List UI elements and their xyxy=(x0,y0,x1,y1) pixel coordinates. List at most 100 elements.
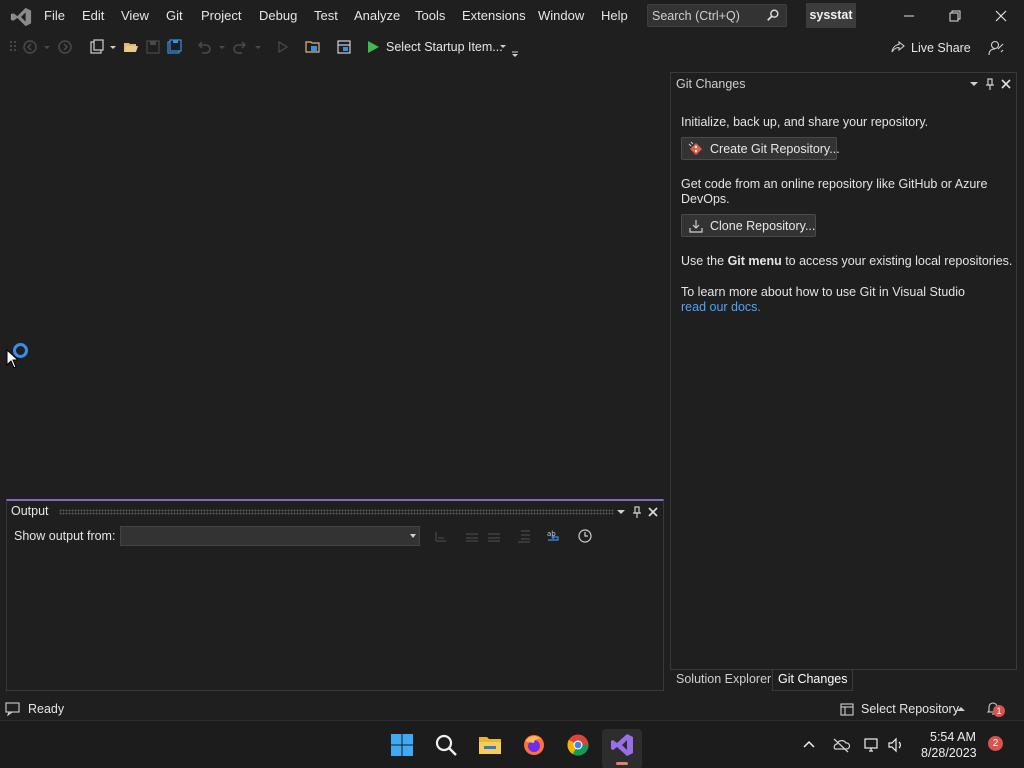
chevron-up-icon xyxy=(957,707,965,711)
taskbar-search-button[interactable] xyxy=(426,729,466,768)
close-panel-icon[interactable] xyxy=(999,77,1013,91)
get-code-text: Get code from an online repository like … xyxy=(681,177,988,206)
show-hidden-icons-icon[interactable] xyxy=(800,736,818,754)
file-explorer-icon xyxy=(479,737,501,754)
create-git-repository-button[interactable]: Create Git Repository... xyxy=(681,137,840,160)
open-solution-folder-icon[interactable] xyxy=(305,39,321,55)
solution-explorer-icon[interactable] xyxy=(336,39,352,55)
live-share-icon xyxy=(891,40,905,53)
restore-icon[interactable] xyxy=(945,6,965,26)
tab-solution-explorer[interactable]: Solution Explorer xyxy=(671,670,776,691)
new-project-icon[interactable] xyxy=(89,39,105,55)
create-git-repository-label: Create Git Repository... xyxy=(710,142,840,156)
status-notification-badge: 1 xyxy=(993,705,1005,717)
save-icon[interactable] xyxy=(145,39,161,55)
taskbar-file-explorer[interactable] xyxy=(470,729,510,768)
output-panel-grip[interactable] xyxy=(59,509,614,515)
output-panel: Output Show output from: ab xyxy=(6,499,664,691)
menu-tools[interactable]: Tools xyxy=(415,8,445,23)
taskbar-visual-studio[interactable] xyxy=(602,729,642,768)
clone-repository-icon xyxy=(689,220,703,233)
learn-more-text: To learn more about how to use Git in Vi… xyxy=(681,285,965,299)
docs-link[interactable]: read our docs. xyxy=(681,300,761,315)
pin-icon[interactable] xyxy=(983,77,997,91)
output-options-dropdown-icon[interactable] xyxy=(614,505,628,519)
busy-spinner-icon xyxy=(13,343,28,358)
menu-extensions[interactable]: Extensions xyxy=(462,8,526,23)
navigate-back-dropdown-icon[interactable] xyxy=(42,39,52,55)
toolbar-grip-icon xyxy=(10,41,16,51)
git-menu-bold: Git menu xyxy=(727,254,782,268)
undo-dropdown-icon[interactable] xyxy=(217,39,227,55)
panel-options-dropdown-icon[interactable] xyxy=(967,77,981,91)
menu-debug[interactable]: Debug xyxy=(259,8,297,23)
tab-git-changes[interactable]: Git Changes xyxy=(772,670,854,691)
onedrive-icon[interactable] xyxy=(832,736,850,754)
next-message-icon[interactable] xyxy=(486,528,502,544)
menu-window[interactable]: Window xyxy=(538,8,584,23)
menu-git[interactable]: Git xyxy=(166,8,183,23)
volume-icon[interactable] xyxy=(887,736,905,754)
output-source-select[interactable] xyxy=(120,526,420,546)
windows-taskbar: 5:54 AM 8/28/2023 xyxy=(0,720,1024,768)
toolbar-overflow-icon[interactable] xyxy=(510,42,520,58)
clock-icon[interactable] xyxy=(577,528,593,544)
go-to-message-icon[interactable] xyxy=(433,528,449,544)
menu-project[interactable]: Project xyxy=(201,8,241,23)
docs-link-label[interactable]: read our docs. xyxy=(681,300,761,314)
tool-window-tabs: Solution Explorer Git Changes xyxy=(670,670,1017,691)
git-menu-suffix: to access your existing local repositori… xyxy=(781,254,1013,268)
navigate-back-icon[interactable] xyxy=(22,39,38,55)
startup-dropdown-icon xyxy=(500,45,506,48)
menu-analyze[interactable]: Analyze xyxy=(354,8,400,23)
active-app-indicator xyxy=(616,762,628,765)
start-without-debugging-icon[interactable] xyxy=(275,39,291,55)
menu-file[interactable]: File xyxy=(44,8,65,23)
taskbar-chrome[interactable] xyxy=(558,729,598,768)
close-icon[interactable] xyxy=(991,6,1011,26)
feedback-icon[interactable] xyxy=(987,39,1005,57)
redo-icon[interactable] xyxy=(232,39,248,55)
git-changes-title: Git Changes xyxy=(676,77,746,91)
minimize-icon[interactable] xyxy=(899,6,919,26)
open-folder-icon[interactable] xyxy=(123,39,139,55)
search-box[interactable]: Search (Ctrl+Q) xyxy=(647,4,787,27)
clock-date[interactable]: 8/28/2023 xyxy=(921,746,977,760)
menu-help[interactable]: Help xyxy=(601,8,628,23)
title-bar: File Edit View Git Project Debug Test An… xyxy=(0,0,1024,32)
clone-repository-button[interactable]: Clone Repository... xyxy=(681,214,816,237)
startup-item-label: Select Startup Item... xyxy=(386,40,503,54)
save-all-icon[interactable] xyxy=(166,39,182,55)
search-icon xyxy=(435,734,457,756)
clone-repository-label: Clone Repository... xyxy=(710,219,816,233)
menu-edit[interactable]: Edit xyxy=(82,8,104,23)
word-wrap-icon[interactable]: ab xyxy=(546,528,562,544)
solution-name-badge[interactable]: sysstat xyxy=(806,3,856,28)
navigate-forward-icon[interactable] xyxy=(57,39,73,55)
menu-view[interactable]: View xyxy=(121,8,149,23)
output-title: Output xyxy=(11,504,49,518)
windows-start-icon xyxy=(391,734,413,756)
taskbar-firefox[interactable] xyxy=(514,729,554,768)
search-placeholder: Search (Ctrl+Q) xyxy=(652,9,740,23)
previous-message-icon[interactable] xyxy=(464,528,480,544)
git-menu-text: Use the Git menu to access your existing… xyxy=(681,254,1012,269)
output-status-icon[interactable] xyxy=(5,701,20,716)
chevron-down-icon xyxy=(410,534,416,538)
taskbar-start-button[interactable] xyxy=(382,729,422,768)
git-changes-panel: Git Changes Initialize, back up, and sha… xyxy=(670,72,1017,670)
menu-test[interactable]: Test xyxy=(314,8,338,23)
status-text: Ready xyxy=(28,702,65,716)
clock-time[interactable]: 5:54 AM xyxy=(930,730,976,744)
network-icon[interactable] xyxy=(863,736,881,754)
chrome-icon xyxy=(567,734,589,756)
undo-icon[interactable] xyxy=(196,39,212,55)
redo-dropdown-icon[interactable] xyxy=(253,39,263,55)
git-changes-header: Git Changes xyxy=(671,73,1016,95)
clear-all-icon[interactable] xyxy=(516,528,532,544)
new-project-dropdown-icon[interactable] xyxy=(108,39,118,55)
firefox-icon xyxy=(524,735,544,755)
taskbar-notification-badge[interactable]: 2 xyxy=(988,736,1003,751)
output-pin-icon[interactable] xyxy=(630,505,644,519)
output-close-icon[interactable] xyxy=(646,505,660,519)
